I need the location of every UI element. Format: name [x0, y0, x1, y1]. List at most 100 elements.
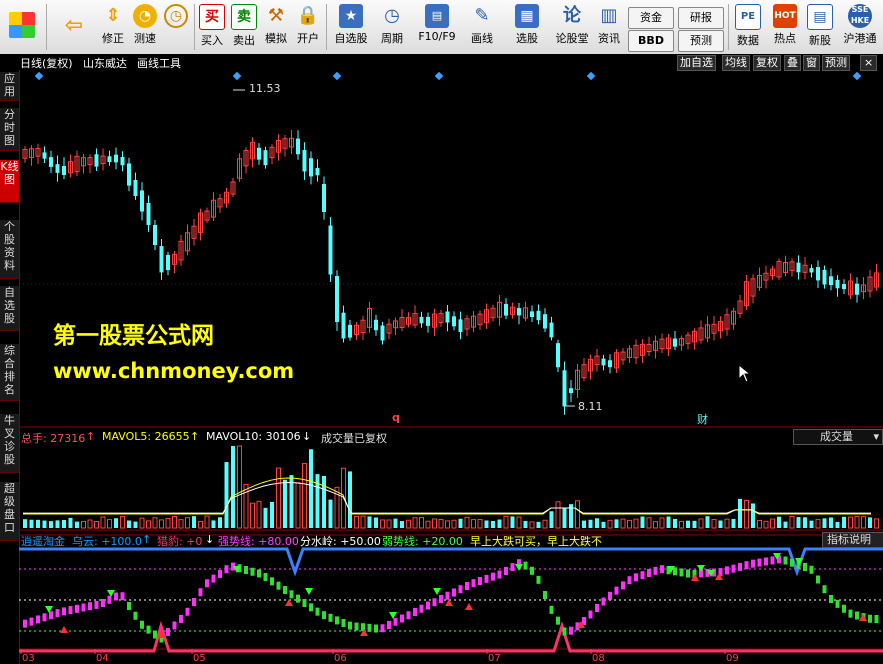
volume-note: 成交量已复权 — [321, 432, 387, 445]
fund-button[interactable]: 资金 — [628, 7, 674, 29]
volume-bar-down — [315, 474, 320, 528]
sidebar-tab-intraday[interactable]: 分时图 — [0, 108, 19, 151]
draw-tool-link[interactable]: 画线工具 — [137, 55, 181, 71]
indicator-block — [439, 595, 443, 603]
up-arrow-icon: ↑ — [142, 533, 152, 546]
indicator-block — [738, 562, 742, 571]
event-marker-finance[interactable]: 财 — [697, 411, 708, 427]
indicator-block — [484, 574, 489, 583]
moving-average-button[interactable]: 均线 — [722, 55, 750, 71]
volume-bar-up — [81, 520, 86, 529]
toolbar-btn-sell[interactable]: 卖 卖出 — [230, 2, 258, 52]
indicator-block — [29, 617, 34, 626]
volume-bars — [23, 445, 879, 529]
toolbar-btn-f10[interactable]: ▤ F10/F9 — [414, 2, 460, 52]
window-button[interactable]: 窗 — [803, 55, 820, 71]
toolbar-btn-stock-picker[interactable]: ▦ 选股 — [506, 2, 548, 52]
event-diamond-icon — [852, 71, 862, 81]
volume-bar-up — [607, 519, 613, 529]
volume-bar-up — [711, 518, 717, 529]
add-watchlist-button[interactable]: 加自选 — [677, 55, 716, 71]
indicator-block — [458, 585, 463, 594]
sidebar-tab-apps[interactable]: 应用 — [0, 72, 19, 101]
overlay-button[interactable]: 叠 — [784, 55, 801, 71]
volume-bar-down — [497, 519, 502, 528]
windows-logo-icon — [9, 12, 35, 38]
volume-bar-up — [380, 519, 385, 529]
candle-down — [62, 165, 66, 176]
research-button[interactable]: 研报 — [678, 7, 724, 29]
toolbar-btn-speed-test[interactable]: ◔ 测速 — [130, 2, 160, 52]
toolbar-btn-period[interactable]: ◷ 周期 — [374, 2, 410, 52]
indicator-block — [842, 604, 846, 613]
volume-bar-up — [659, 517, 665, 529]
toolbar-btn-simulate[interactable]: ⚒ 模拟 — [262, 2, 290, 52]
toolbar-btn-hk-connect[interactable]: SSE HKE 沪港通 — [838, 2, 882, 52]
sidebar-tab-ranking[interactable]: 综合排名 — [0, 344, 19, 401]
candle-down — [94, 154, 99, 167]
back-button[interactable]: ⇦ — [54, 2, 94, 52]
sidebar-tab-kline[interactable]: K线图 — [0, 160, 19, 203]
sell-signal-arrow-icon — [433, 588, 441, 595]
windows-logo-button[interactable] — [4, 2, 40, 52]
toolbar-btn-draw-line[interactable]: ✎ 画线 — [464, 2, 500, 52]
x-tick-label: 05 — [193, 653, 206, 664]
indicator-block — [341, 619, 346, 627]
volume-bar-down — [868, 517, 872, 528]
sidebar-tab-profile[interactable]: 个股资料 — [0, 220, 19, 279]
volume-bar-up — [178, 519, 184, 529]
indicator-value-wuyun: 乌云: +100.0 — [72, 535, 142, 548]
indicator-block — [127, 602, 131, 610]
adjust-price-button[interactable]: 复权 — [753, 55, 781, 71]
indicator-help-button[interactable]: 指标说明 — [822, 532, 883, 548]
sidebar-tab-watchlist[interactable]: 自选股 — [0, 286, 19, 331]
sidebar-tab-diagnosis[interactable]: 牛叉诊股 — [0, 414, 19, 473]
sell-signal-arrow-icon — [515, 564, 523, 571]
volume-indicator-select[interactable]: 成交量 ▾ — [793, 429, 883, 445]
chart-title: 日线(复权) — [20, 57, 73, 70]
indicator-block — [569, 626, 573, 635]
indicator-block — [478, 577, 482, 585]
sidebar-tab-order-book[interactable]: 超级盘口 — [0, 482, 19, 541]
close-icon[interactable]: × — [860, 55, 878, 71]
toolbar-btn-revise[interactable]: ⇕ 修正 — [98, 2, 128, 52]
candle-down — [816, 267, 820, 281]
event-marker-q[interactable]: q — [392, 411, 400, 424]
toolbar-btn-news[interactable]: ▥ 资讯 — [594, 2, 624, 52]
toolbar-btn-open-account[interactable]: 🔒 开户 — [294, 2, 322, 52]
toolbar-btn-hotspot[interactable]: HOT 热点 — [768, 2, 802, 52]
volume-bar-down — [133, 521, 138, 528]
toolbar-btn-data[interactable]: PE 数据 — [732, 2, 764, 52]
toolbar-btn-clock[interactable]: ◷ — [162, 2, 190, 52]
toolbar-label: 论股堂 — [555, 32, 589, 45]
volume-bar-up — [744, 499, 749, 529]
volume-bar-up — [107, 519, 112, 529]
indicator-block — [335, 616, 339, 625]
volume-bar-up — [120, 516, 125, 529]
candle-down — [458, 319, 463, 332]
x-tick-label: 06 — [334, 653, 347, 664]
candle-down — [530, 311, 534, 318]
volume-bar-down — [211, 520, 216, 528]
toolbar-btn-buy[interactable]: 买 买入 — [198, 2, 226, 52]
volume-bar-up — [854, 515, 860, 529]
indicator-block — [302, 599, 307, 607]
watchlist-icon: ★ — [339, 4, 363, 28]
candle-down — [452, 316, 456, 327]
toolbar-btn-new-stock[interactable]: ▤ 新股 — [804, 2, 836, 52]
indicator-block — [790, 558, 794, 567]
indicator-block — [595, 604, 599, 612]
toolbar-btn-forum[interactable]: 论 论股堂 — [552, 2, 592, 52]
indicator-name[interactable]: 逍遥淘金 — [21, 533, 65, 549]
forecast-toggle-button[interactable]: 预测 — [822, 55, 850, 71]
indicator-block — [822, 585, 827, 594]
volume-bar-down — [231, 446, 235, 528]
bbd-button[interactable]: BBD — [628, 30, 674, 52]
volume-bar-up — [679, 520, 684, 529]
toolbar-btn-watchlist[interactable]: ★ 自选股 — [330, 2, 372, 52]
indicator-value-strong: 强势线: +80.00 — [218, 535, 299, 548]
indicator-block — [49, 611, 53, 620]
forecast-button[interactable]: 预测 — [678, 30, 724, 52]
indicator-block — [75, 604, 79, 613]
volume-bar-down — [562, 507, 567, 528]
